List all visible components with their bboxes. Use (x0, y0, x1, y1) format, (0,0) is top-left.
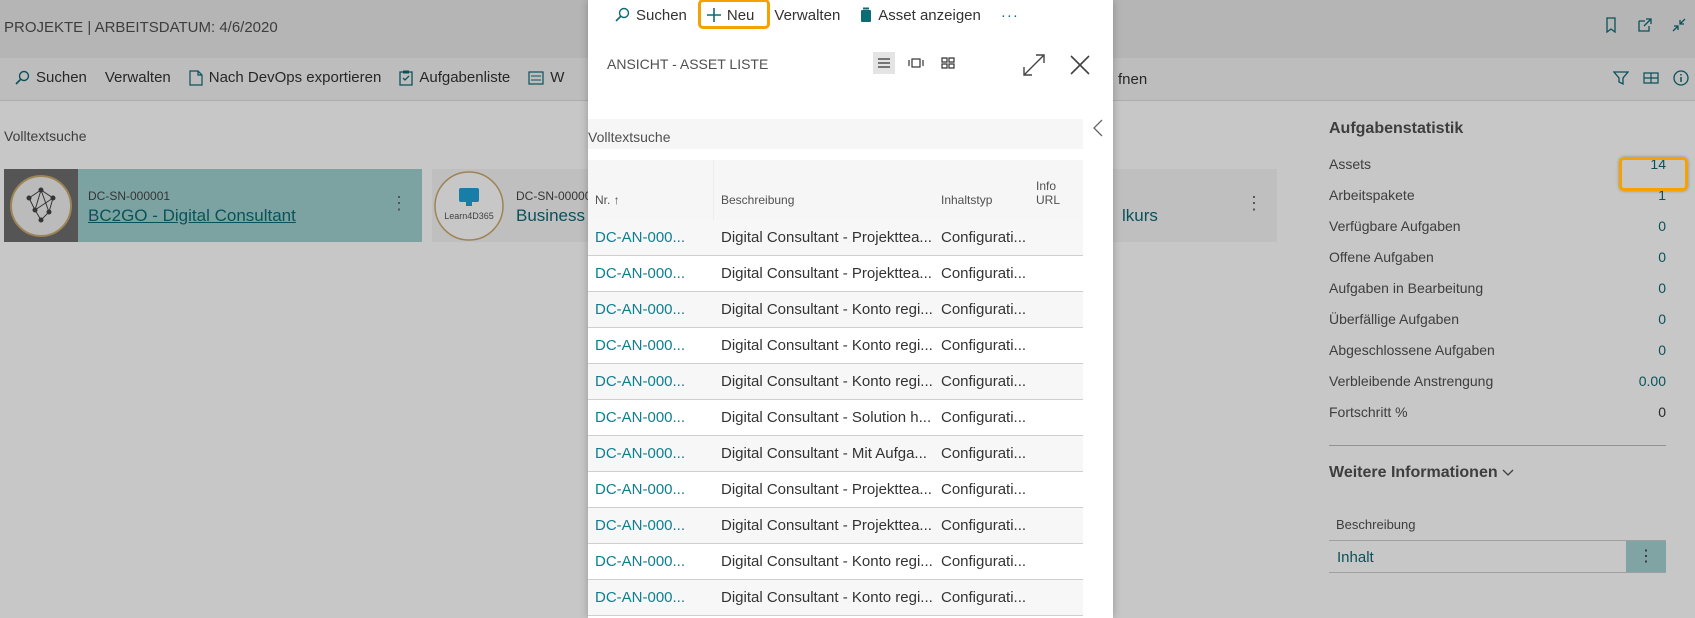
table-row[interactable]: DC-AN-000... Digital Consultant - Konto r… (588, 580, 1083, 616)
manage-button[interactable]: Verwalten (774, 7, 840, 24)
asset-number-link[interactable]: DC-AN-000... (595, 409, 685, 426)
asset-description: Digital Consultant - Projekttea... (721, 229, 932, 246)
dialog-action-bar: Suchen Neu Verwalten Asset anzeigen ··· (588, 0, 1113, 30)
asset-content-type: Configurati... (941, 481, 1027, 498)
asset-description: Digital Consultant - Konto regi... (721, 337, 933, 354)
asset-number-link[interactable]: DC-AN-000... (595, 445, 685, 462)
asset-content-type: Configurati... (941, 517, 1027, 534)
asset-number-link[interactable]: DC-AN-000... (595, 229, 685, 246)
asset-number-link[interactable]: DC-AN-000... (595, 553, 685, 570)
asset-content-type: Configurati... (941, 553, 1027, 570)
asset-description: Digital Consultant - Konto regi... (721, 301, 933, 318)
list-view-icon[interactable] (873, 52, 895, 74)
asset-content-type: Configurati... (941, 373, 1027, 390)
table-row[interactable]: DC-AN-000... Digital Consultant - Projekt… (588, 472, 1083, 508)
table-row[interactable]: DC-AN-000... Digital Consultant - Mit Auf… (588, 436, 1083, 472)
asset-description: Digital Consultant - Mit Aufga... (721, 445, 927, 462)
asset-grid: Nr. ↑ Beschreibung Inhaltstyp Info URL D… (588, 160, 1083, 616)
asset-description: Digital Consultant - Projekttea... (721, 481, 932, 498)
table-row[interactable]: DC-AN-000... Digital Consultant - Projekt… (588, 256, 1083, 292)
column-header-info-url[interactable]: Info URL (1036, 179, 1083, 207)
asset-content-type: Configurati... (941, 229, 1027, 246)
asset-number-link[interactable]: DC-AN-000... (595, 373, 685, 390)
column-header-beschreibung[interactable]: Beschreibung (721, 193, 794, 207)
asset-number-link[interactable]: DC-AN-000... (595, 481, 685, 498)
column-header-nr[interactable]: Nr. ↑ (595, 193, 620, 207)
asset-content-type: Configurati... (941, 445, 1027, 462)
asset-list-dialog: Suchen Neu Verwalten Asset anzeigen ··· … (588, 0, 1113, 618)
asset-content-type: Configurati... (941, 589, 1027, 606)
asset-content-type: Configurati... (941, 301, 1027, 318)
asset-content-type: Configurati... (941, 337, 1027, 354)
table-row[interactable]: DC-AN-000... Digital Consultant - Projekt… (588, 508, 1083, 544)
asset-number-link[interactable]: DC-AN-000... (595, 517, 685, 534)
asset-number-link[interactable]: DC-AN-000... (595, 589, 685, 606)
tile-view-icon[interactable] (905, 52, 927, 74)
asset-number-link[interactable]: DC-AN-000... (595, 265, 685, 282)
chevron-left-icon[interactable] (1093, 119, 1103, 142)
asset-description: Digital Consultant - Projekttea... (721, 265, 932, 282)
table-row[interactable]: DC-AN-000... Digital Consultant - Konto r… (588, 544, 1083, 580)
dialog-search-label: Suchen (636, 6, 687, 24)
new-button-highlight (698, 0, 770, 29)
asset-number-link[interactable]: DC-AN-000... (595, 337, 685, 354)
asset-description: Digital Consultant - Konto regi... (721, 553, 933, 570)
show-asset-label: Asset anzeigen (878, 6, 981, 24)
assets-highlight (1619, 157, 1688, 191)
table-row[interactable]: DC-AN-000... Digital Consultant - Konto r… (588, 328, 1083, 364)
asset-description: Digital Consultant - Solution h... (721, 409, 932, 426)
trash-icon (861, 7, 872, 22)
table-row[interactable]: DC-AN-000... Digital Consultant - Projekt… (588, 220, 1083, 256)
table-row[interactable]: DC-AN-000... Digital Consultant - Konto r… (588, 364, 1083, 400)
asset-content-type: Configurati... (941, 265, 1027, 282)
asset-number-link[interactable]: DC-AN-000... (595, 301, 685, 318)
grid-header: Nr. ↑ Beschreibung Inhaltstyp Info URL (588, 160, 1083, 220)
asset-description: Digital Consultant - Konto regi... (721, 373, 933, 390)
dialog-search-button[interactable]: Suchen (614, 7, 687, 24)
asset-content-type: Configurati... (941, 409, 1027, 426)
table-row[interactable]: DC-AN-000... Digital Consultant - Konto r… (588, 292, 1083, 328)
asset-description: Digital Consultant - Konto regi... (721, 589, 933, 606)
expand-icon[interactable] (1022, 53, 1046, 82)
fulltext-search-label[interactable]: Volltextsuche (588, 119, 1083, 149)
more-actions-button[interactable]: ··· (1001, 7, 1019, 24)
column-header-inhaltstyp[interactable]: Inhaltstyp (941, 193, 992, 207)
search-icon (615, 7, 630, 22)
dialog-title: ANSICHT - ASSET LISTE (607, 56, 769, 72)
show-asset-button[interactable]: Asset anzeigen (860, 7, 981, 24)
asset-description: Digital Consultant - Projekttea... (721, 517, 932, 534)
table-row[interactable]: DC-AN-000... Digital Consultant - Solutio… (588, 400, 1083, 436)
grid-view-icon[interactable] (937, 52, 959, 74)
manage-button-label: Verwalten (774, 6, 841, 24)
close-icon[interactable] (1069, 54, 1091, 81)
